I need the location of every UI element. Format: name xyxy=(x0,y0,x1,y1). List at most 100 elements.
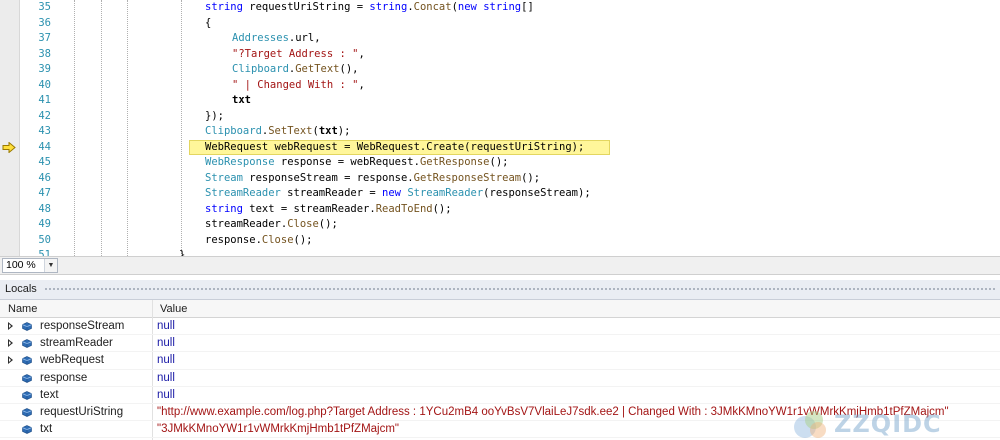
local-value[interactable]: null xyxy=(157,387,175,404)
code-line[interactable]: Addresses.url, xyxy=(232,31,321,47)
local-variable-icon xyxy=(22,322,32,331)
code-token: Concat xyxy=(413,1,452,13)
code-token: (); xyxy=(432,202,452,215)
local-name: response xyxy=(40,371,88,384)
code-token: ReadToEnd xyxy=(375,202,433,215)
code-token: (); xyxy=(521,171,541,184)
chevron-down-icon[interactable]: ▼ xyxy=(44,259,57,272)
code-token: text = streamReader. xyxy=(242,202,376,215)
local-value[interactable]: null xyxy=(157,335,175,352)
local-name: streamReader xyxy=(40,337,113,350)
code-token: (); xyxy=(293,233,313,246)
local-name: txt xyxy=(40,423,53,436)
value-column-header[interactable]: Value xyxy=(160,300,187,318)
code-line[interactable]: StreamReader streamReader = new StreamRe… xyxy=(205,186,591,202)
local-value[interactable]: null xyxy=(157,318,175,335)
code-line[interactable]: response.Close(); xyxy=(205,233,312,249)
code-token: "?Target Address : " xyxy=(232,47,359,60)
code-token: Clipboard xyxy=(205,125,262,137)
code-text-area[interactable]: string requestUriString = string.Concat(… xyxy=(0,0,1000,256)
code-token: txt xyxy=(318,125,338,137)
local-variable-icon xyxy=(22,425,32,435)
code-token: (responseStream); xyxy=(483,187,591,199)
code-token: .url, xyxy=(288,32,321,44)
zoom-level: 100 % xyxy=(6,259,36,271)
code-token: , xyxy=(358,47,365,60)
execution-pointer-icon[interactable] xyxy=(2,142,16,153)
local-name: webRequest xyxy=(40,354,104,367)
locals-row[interactable]: streamReader null xyxy=(0,335,1000,353)
code-token: ); xyxy=(337,125,351,137)
code-line[interactable]: "?Target Address : ", xyxy=(232,47,365,63)
local-variable-icon xyxy=(22,390,32,400)
watermark-text: ZZQIDC xyxy=(834,410,942,438)
locals-row[interactable]: response null xyxy=(0,370,1000,387)
local-name: text xyxy=(40,388,59,401)
code-line[interactable]: txt xyxy=(232,93,251,109)
name-column-header[interactable]: Name xyxy=(8,300,37,318)
editor-status-bar: 100 % ▼ xyxy=(0,256,1000,275)
code-token: string xyxy=(205,202,243,215)
code-token: streamReader = xyxy=(280,187,383,199)
drag-grip[interactable] xyxy=(44,287,996,292)
code-token: GetResponse xyxy=(419,156,490,168)
code-token: string xyxy=(205,1,243,13)
watermark: ZZQIDC xyxy=(792,408,997,440)
code-token: " | Changed With : " xyxy=(232,78,359,91)
code-token: { xyxy=(205,16,212,29)
code-token: StreamReader xyxy=(205,187,281,199)
code-token: }); xyxy=(205,109,224,122)
code-line[interactable]: string requestUriString = string.Concat(… xyxy=(205,0,534,16)
code-token: txt xyxy=(232,94,251,106)
code-line[interactable]: WebRequest webRequest = WebRequest.Creat… xyxy=(205,140,584,156)
locals-row[interactable]: webRequest null xyxy=(0,352,1000,370)
locals-row[interactable]: text null xyxy=(0,387,1000,404)
local-name: responseStream xyxy=(40,320,125,332)
expand-arrow-icon[interactable] xyxy=(8,339,13,348)
code-token: StreamReader xyxy=(407,187,484,199)
code-line[interactable]: string text = streamReader.ReadToEnd(); xyxy=(205,202,452,218)
code-line[interactable]: Stream responseStream = response.GetResp… xyxy=(205,171,540,187)
code-token: Close xyxy=(261,233,294,246)
expand-arrow-icon[interactable] xyxy=(8,356,13,365)
code-line[interactable]: } xyxy=(179,248,185,256)
code-token: GetResponseStream xyxy=(413,171,522,184)
code-line[interactable]: WebResponse response = webRequest.GetRes… xyxy=(205,155,508,171)
locals-row[interactable]: responseStream null xyxy=(0,318,1000,336)
code-token: WebRequest webRequest = WebRequest.Creat… xyxy=(205,140,585,153)
code-token: string xyxy=(483,1,522,13)
locals-header-row: Name Value xyxy=(0,300,1000,318)
code-token: requestUriString = xyxy=(242,1,370,13)
local-variable-icon xyxy=(22,356,32,366)
expand-arrow-icon[interactable] xyxy=(8,322,13,330)
code-token: new xyxy=(382,187,401,199)
code-token: GetText xyxy=(295,63,340,75)
zoom-select[interactable]: 100 % ▼ xyxy=(2,258,58,273)
code-token: string xyxy=(369,1,408,13)
code-token: [] xyxy=(521,1,534,13)
code-line[interactable]: streamReader.Close(); xyxy=(205,217,338,233)
local-value[interactable]: null xyxy=(157,352,175,369)
code-token: Close xyxy=(287,218,319,230)
code-token: (), xyxy=(339,63,359,75)
code-token: new xyxy=(457,1,477,13)
code-token: (); xyxy=(489,156,509,168)
code-line[interactable]: Clipboard.SetText(txt); xyxy=(205,124,350,140)
locals-title: Locals xyxy=(5,283,37,295)
code-line[interactable]: { xyxy=(205,16,211,32)
local-variable-icon xyxy=(22,339,32,349)
code-line[interactable]: " | Changed With : ", xyxy=(232,78,365,94)
code-token: Clipboard xyxy=(232,63,289,75)
locals-window-title[interactable]: Locals xyxy=(0,280,1000,300)
code-token: WebResponse xyxy=(205,156,275,168)
code-token: Addresses xyxy=(232,32,289,44)
code-token: Stream xyxy=(205,171,243,184)
code-line[interactable]: }); xyxy=(205,109,224,125)
code-line[interactable]: Clipboard.GetText(), xyxy=(232,62,358,78)
local-value[interactable]: null xyxy=(157,370,175,387)
code-token: response = webRequest. xyxy=(274,156,420,168)
code-token: (); xyxy=(318,218,338,230)
local-value[interactable]: "3JMkKMnoYW1r1vWMrkKmjHmb1tPfZMajcm" xyxy=(157,421,399,438)
code-token: , xyxy=(358,78,365,91)
code-editor[interactable]: 35 36 37 38 39 40 41 42 43 44 45 46 47 48 49 50 51 strin… xyxy=(0,0,1000,256)
